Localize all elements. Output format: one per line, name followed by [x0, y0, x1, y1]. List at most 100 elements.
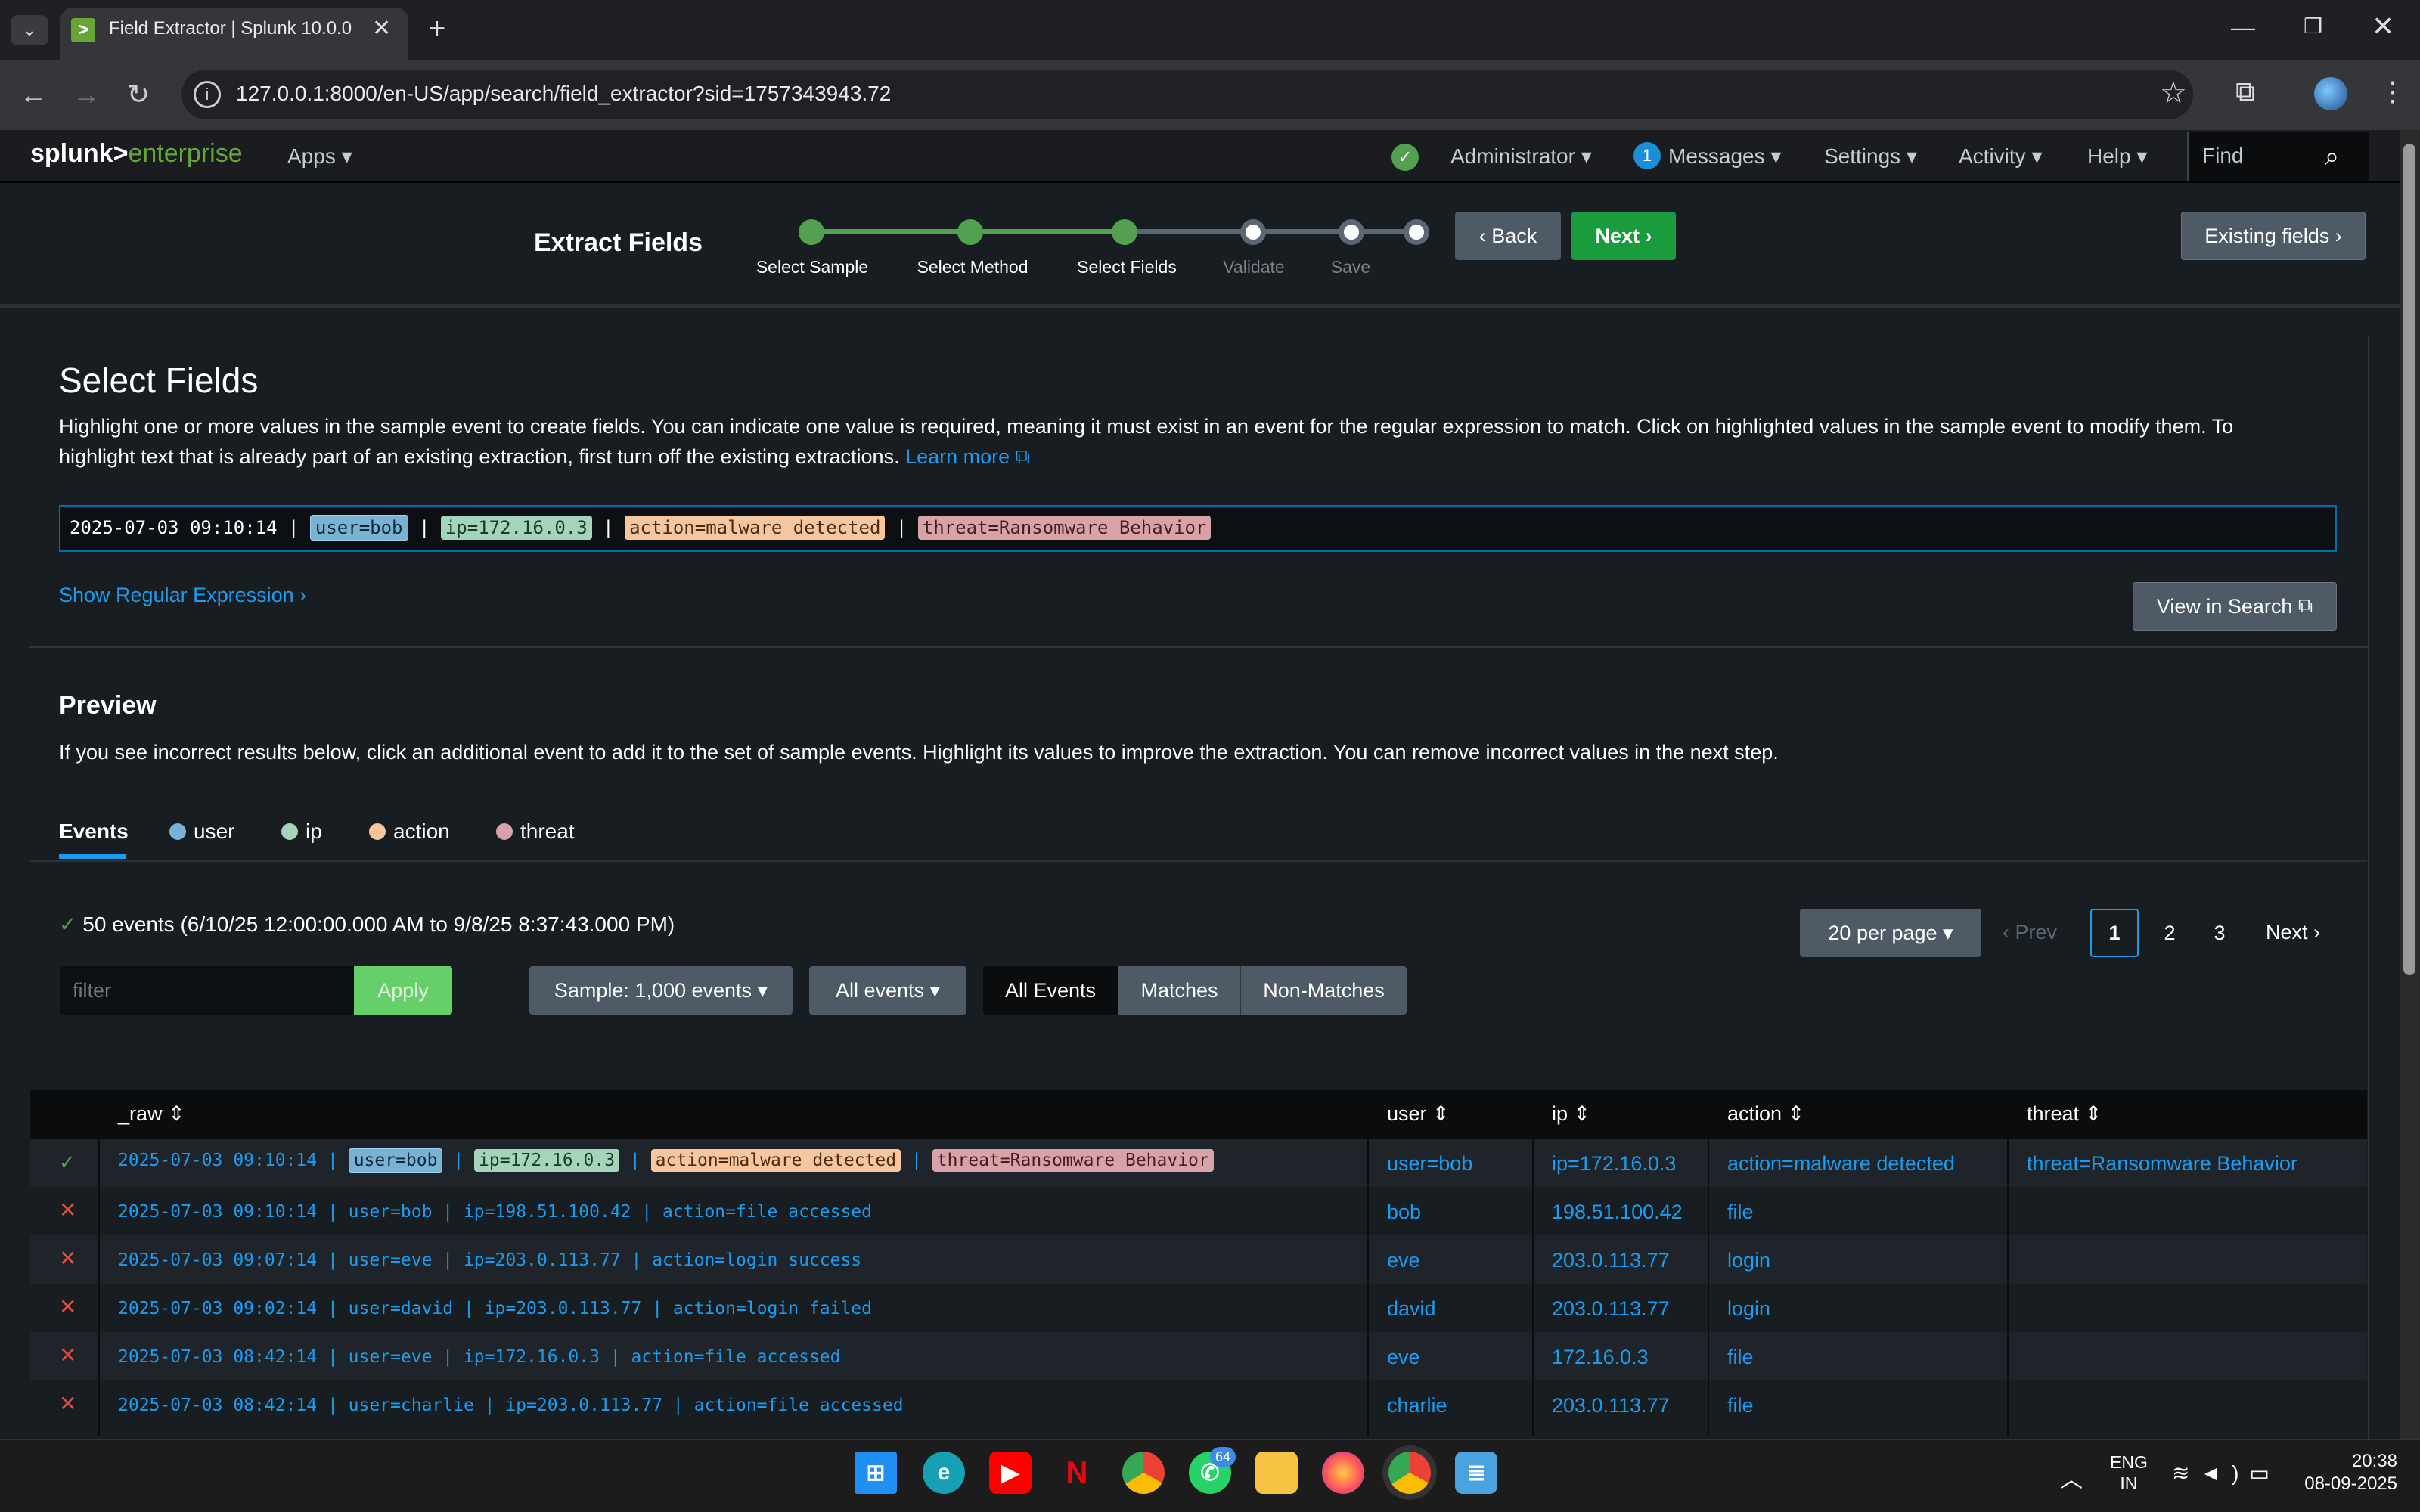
- table-row[interactable]: ✓ 2025-07-03 09:10:14 | user=bob | ip=17…: [30, 1139, 2367, 1187]
- sample-event[interactable]: 2025-07-03 09:10:14 | user=bob | ip=172.…: [70, 515, 1212, 541]
- tab-user[interactable]: user: [169, 820, 234, 844]
- user-cell[interactable]: eve: [1387, 1346, 1420, 1369]
- view-in-search-button[interactable]: View in Search ⧉: [2133, 582, 2337, 631]
- language-indicator[interactable]: ENG IN: [2110, 1452, 2148, 1494]
- firefox-icon[interactable]: [1322, 1452, 1364, 1494]
- chrome-icon[interactable]: [1122, 1452, 1165, 1494]
- user-cell[interactable]: david: [1387, 1297, 1436, 1321]
- highlight-user[interactable]: user=bob: [309, 515, 408, 541]
- restore-icon[interactable]: ❐: [2304, 14, 2322, 39]
- minimize-icon[interactable]: —: [2231, 14, 2255, 42]
- page-2-button[interactable]: 2: [2151, 909, 2189, 957]
- url-text[interactable]: 127.0.0.1:8000/en-US/app/search/field_ex…: [236, 82, 891, 106]
- edge-browser-icon[interactable]: e: [923, 1452, 965, 1494]
- raw-cell[interactable]: 2025-07-03 09:02:14 | user=david | ip=20…: [118, 1299, 872, 1318]
- table-row[interactable]: ✕ 2025-07-03 08:42:14 | user=charlie | i…: [30, 1380, 2367, 1429]
- segment-all-events[interactable]: All Events: [983, 966, 1118, 1015]
- clock[interactable]: 20:38 08-09-2025: [2299, 1450, 2397, 1495]
- ip-cell[interactable]: ip=172.16.0.3: [1552, 1152, 1676, 1176]
- user-cell[interactable]: bob: [1387, 1201, 1421, 1224]
- filter-input[interactable]: [60, 966, 354, 1015]
- table-row[interactable]: ✕ 2025-07-03 09:07:14 | user=eve | ip=20…: [30, 1235, 2367, 1284]
- browser-menu-icon[interactable]: ⋮: [2379, 76, 2406, 107]
- new-tab-icon[interactable]: +: [428, 12, 445, 46]
- raw-cell[interactable]: 2025-07-03 08:42:14 | user=eve | ip=172.…: [118, 1347, 840, 1367]
- raw-cell[interactable]: 2025-07-03 08:42:14 | user=charlie | ip=…: [118, 1396, 904, 1415]
- action-cell[interactable]: file: [1727, 1394, 1754, 1418]
- raw-cell[interactable]: 2025-07-03 09:07:14 | user=eve | ip=203.…: [118, 1250, 861, 1270]
- bookmark-star-icon[interactable]: ☆: [2160, 76, 2187, 110]
- raw-cell[interactable]: 2025-07-03 09:10:14 | user=bob | ip=198.…: [118, 1202, 872, 1222]
- show-regex-link[interactable]: Show Regular Expression ›: [59, 584, 306, 607]
- ip-cell[interactable]: 172.16.0.3: [1552, 1346, 1649, 1369]
- per-page-dropdown[interactable]: 20 per page ▾: [1800, 909, 1981, 957]
- all-events-dropdown[interactable]: All events ▾: [809, 966, 966, 1015]
- apps-menu[interactable]: Apps ▾: [287, 144, 352, 169]
- site-info-icon[interactable]: i: [194, 81, 221, 108]
- action-cell[interactable]: login: [1727, 1249, 1770, 1272]
- tab-ip[interactable]: ip: [281, 820, 322, 844]
- activity-menu[interactable]: Activity ▾: [1959, 144, 2043, 169]
- threat-cell[interactable]: threat=Ransomware Behavior: [2027, 1152, 2297, 1176]
- apply-button[interactable]: Apply: [354, 966, 452, 1015]
- highlight-threat[interactable]: threat=Ransomware Behavior: [917, 516, 1212, 540]
- user-cell[interactable]: user=bob: [1387, 1152, 1472, 1176]
- page-3-button[interactable]: 3: [2201, 909, 2238, 957]
- tab-threat[interactable]: threat: [496, 820, 575, 844]
- user-cell[interactable]: eve: [1387, 1249, 1420, 1272]
- user-cell[interactable]: charlie: [1387, 1394, 1447, 1418]
- highlight-ip[interactable]: ip=172.16.0.3: [440, 516, 592, 540]
- window-close-icon[interactable]: ✕: [2372, 11, 2394, 42]
- find-label[interactable]: Find: [2202, 144, 2243, 168]
- table-row[interactable]: ✕ 2025-07-03 09:10:14 | user=bob | ip=19…: [30, 1187, 2367, 1235]
- file-explorer-icon[interactable]: [1255, 1452, 1298, 1494]
- raw-cell[interactable]: 2025-07-03 09:10:14 | user=bob | ip=172.…: [118, 1148, 1214, 1173]
- windows-start-icon[interactable]: ⊞: [855, 1452, 897, 1494]
- netflix-icon[interactable]: N: [1056, 1452, 1098, 1494]
- system-tray-icons[interactable]: ≋◄)▭: [2172, 1461, 2280, 1486]
- tab-search-button[interactable]: ⌄: [11, 15, 48, 45]
- administrator-menu[interactable]: Administrator ▾: [1450, 144, 1592, 169]
- col-action-header[interactable]: action ⇕: [1727, 1102, 1804, 1126]
- ip-cell[interactable]: 198.51.100.42: [1552, 1201, 1683, 1224]
- chevron-up-icon[interactable]: ︿: [2060, 1461, 2083, 1494]
- reload-icon[interactable]: ↻: [127, 79, 150, 110]
- prev-page-link[interactable]: ‹ Prev: [2003, 921, 2057, 944]
- sample-size-dropdown[interactable]: Sample: 1,000 events ▾: [529, 966, 793, 1015]
- scrollbar-thumb[interactable]: [2403, 144, 2415, 975]
- col-ip-header[interactable]: ip ⇕: [1552, 1102, 1590, 1126]
- segment-matches[interactable]: Matches: [1118, 966, 1240, 1015]
- col-user-header[interactable]: user ⇕: [1387, 1102, 1450, 1126]
- chrome-active-icon[interactable]: [1388, 1452, 1431, 1494]
- segment-non-matches[interactable]: Non-Matches: [1240, 966, 1407, 1015]
- action-cell[interactable]: file: [1727, 1346, 1754, 1369]
- next-button[interactable]: Next ›: [1571, 212, 1676, 260]
- highlight-action[interactable]: action=malware detected: [625, 516, 886, 540]
- col-raw-header[interactable]: _raw ⇕: [118, 1102, 185, 1126]
- existing-fields-button[interactable]: Existing fields ›: [2181, 212, 2366, 260]
- help-menu[interactable]: Help ▾: [2087, 144, 2147, 169]
- ip-cell[interactable]: 203.0.113.77: [1552, 1394, 1670, 1418]
- next-page-link[interactable]: Next ›: [2266, 921, 2320, 944]
- ip-cell[interactable]: 203.0.113.77: [1552, 1297, 1670, 1321]
- back-button[interactable]: ‹ Back: [1455, 212, 1561, 260]
- table-row[interactable]: ✕ 2025-07-03 09:02:14 | user=david | ip=…: [30, 1284, 2367, 1332]
- tab-close-icon[interactable]: ✕: [372, 15, 391, 42]
- action-cell[interactable]: login: [1727, 1297, 1770, 1321]
- notepad-icon[interactable]: ≣: [1455, 1452, 1497, 1494]
- splunk-logo[interactable]: splunk>enterprise: [30, 139, 243, 169]
- forward-arrow-icon[interactable]: →: [73, 79, 100, 110]
- page-1-button[interactable]: 1: [2090, 909, 2139, 957]
- profile-avatar[interactable]: [2314, 77, 2347, 110]
- messages-menu[interactable]: Messages ▾: [1668, 144, 1781, 169]
- health-status-icon[interactable]: ✓: [1392, 144, 1419, 171]
- settings-menu[interactable]: Settings ▾: [1824, 144, 1917, 169]
- extensions-icon[interactable]: ⧉: [2235, 76, 2255, 108]
- col-threat-header[interactable]: threat ⇕: [2027, 1102, 2102, 1126]
- back-arrow-icon[interactable]: ←: [20, 79, 47, 110]
- action-cell[interactable]: file: [1727, 1201, 1754, 1224]
- learn-more-link[interactable]: Learn more ⧉: [905, 445, 1030, 468]
- ip-cell[interactable]: 203.0.113.77: [1552, 1249, 1670, 1272]
- tab-action[interactable]: action: [369, 820, 450, 844]
- action-cell[interactable]: action=malware detected: [1727, 1152, 1955, 1176]
